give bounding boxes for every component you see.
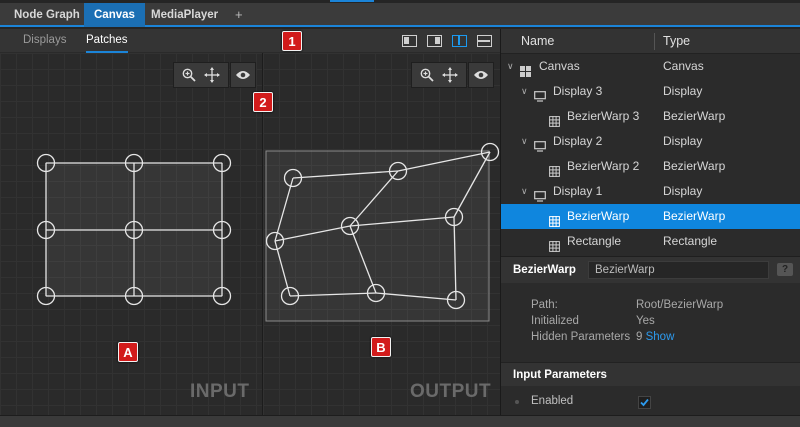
layout-left-panel-button[interactable] xyxy=(402,35,417,47)
tree-row-display-3[interactable]: ∨ Display 3 Display xyxy=(501,79,800,104)
tree-row-type: Display xyxy=(663,184,703,198)
show-hidden-link[interactable]: Show xyxy=(646,331,675,343)
layout-split-vertical-button[interactable] xyxy=(452,35,467,47)
check-icon xyxy=(640,398,649,407)
input-panel[interactable]: INPUT xyxy=(0,53,262,427)
tree-row-canvas[interactable]: ∨ Canvas Canvas xyxy=(501,54,800,79)
tree-row-display-1[interactable]: ∨ Display 1 Display xyxy=(501,179,800,204)
tree-row-bezierwarp[interactable]: BezierWarp BezierWarp xyxy=(501,204,800,229)
tree-row-name: BezierWarp 2 xyxy=(567,159,640,173)
tree-row-bezierwarp-3[interactable]: BezierWarp 3 BezierWarp xyxy=(501,104,800,129)
tree-row-type: Display xyxy=(663,84,703,98)
path-value: Root/BezierWarp xyxy=(636,299,724,311)
tree-row-type: BezierWarp xyxy=(663,159,726,173)
node-name-field[interactable]: BezierWarp xyxy=(588,261,769,279)
tree-row-type: BezierWarp xyxy=(663,109,726,123)
chevron-down-icon[interactable]: ∨ xyxy=(507,54,514,79)
subtab-displays[interactable]: Displays xyxy=(23,29,66,53)
tree-row-name: BezierWarp 3 xyxy=(567,109,640,123)
input-parameters-section[interactable]: Input Parameters xyxy=(501,362,800,386)
scene-tree-panel: Name Type ∨ Canvas Canvas ∨ Display 3 Di… xyxy=(501,29,800,427)
tree-row-name: Rectangle xyxy=(567,234,622,248)
annotation-badge-b: B xyxy=(371,337,391,357)
chevron-down-icon[interactable]: ∨ xyxy=(521,129,528,154)
chevron-down-icon[interactable]: ∨ xyxy=(521,79,528,104)
path-label: Path: xyxy=(531,299,558,311)
tree-row-type: BezierWarp xyxy=(663,209,726,223)
tree-col-name[interactable]: Name xyxy=(521,29,554,54)
initialized-row: Initialized Yes xyxy=(531,315,655,327)
hidden-params-label: Hidden Parameters xyxy=(531,331,631,343)
tree-row-name: Canvas xyxy=(539,59,580,73)
tree-row-bezierwarp-2[interactable]: BezierWarp 2 BezierWarp xyxy=(501,154,800,179)
annotation-badge-a: A xyxy=(118,342,138,362)
help-button[interactable]: ? xyxy=(777,263,793,276)
viewer-subtabs: Displays Patches xyxy=(0,29,500,53)
tree-header: Name Type xyxy=(501,29,800,54)
output-panel-label: OUTPUT xyxy=(410,381,492,402)
enabled-label: Enabled xyxy=(531,395,574,407)
hidden-params-value: 9 Show xyxy=(636,331,674,343)
add-tab-button[interactable]: + xyxy=(225,3,253,27)
tree-row-type: Canvas xyxy=(663,59,704,73)
path-row: Path: Root/BezierWarp xyxy=(531,299,723,311)
tree-row-name: Display 2 xyxy=(553,134,603,148)
enabled-checkbox[interactable] xyxy=(638,396,651,409)
param-state-dot-icon xyxy=(515,400,519,404)
hidden-params-count: 9 xyxy=(636,331,643,343)
layout-right-panel-button[interactable] xyxy=(427,35,442,47)
annotation-badge-1: 1 xyxy=(282,31,302,51)
canvas-viewer: Displays Patches INPUT OUTPUT xyxy=(0,29,500,427)
tab-node-graph[interactable]: Node Graph xyxy=(4,3,90,27)
hidden-params-row: Hidden Parameters 9 Show xyxy=(531,331,674,343)
bottom-scroll-strip[interactable] xyxy=(0,415,800,427)
output-warp-grid[interactable] xyxy=(263,53,500,427)
main-tab-bar: Node Graph Canvas MediaPlayer + xyxy=(0,3,800,27)
chevron-down-icon[interactable]: ∨ xyxy=(521,179,528,204)
initialized-value: Yes xyxy=(636,315,655,327)
tree-row-type: Display xyxy=(663,134,703,148)
annotation-badge-2: 2 xyxy=(253,92,273,112)
properties-header: BezierWarp BezierWarp ? xyxy=(501,257,800,283)
properties-title: BezierWarp xyxy=(513,264,576,276)
enabled-param-row: Enabled xyxy=(501,391,800,413)
tree-row-name: Display 3 xyxy=(553,84,603,98)
tree-col-type[interactable]: Type xyxy=(663,29,690,54)
tree-row-type: Rectangle xyxy=(663,234,718,248)
app-window: Node Graph Canvas MediaPlayer + Displays… xyxy=(0,0,800,427)
layout-split-horizontal-button[interactable] xyxy=(477,35,492,47)
properties-panel: BezierWarp BezierWarp ? Path: Root/Bezie… xyxy=(501,256,800,427)
subtab-patches[interactable]: Patches xyxy=(86,29,128,53)
section-title: Input Parameters xyxy=(513,369,607,381)
tab-canvas[interactable]: Canvas xyxy=(84,3,145,27)
tree-row-name: Display 1 xyxy=(553,184,603,198)
window-accent-bar xyxy=(330,0,374,2)
output-panel[interactable]: OUTPUT xyxy=(263,53,500,427)
tree-row-display-2[interactable]: ∨ Display 2 Display xyxy=(501,129,800,154)
input-panel-label: INPUT xyxy=(190,381,250,402)
tab-mediaplayer[interactable]: MediaPlayer xyxy=(141,3,228,27)
tree-row-rectangle[interactable]: Rectangle Rectangle xyxy=(501,229,800,254)
initialized-label: Initialized xyxy=(531,315,579,327)
input-warp-grid[interactable] xyxy=(0,53,262,427)
tree-row-name: BezierWarp xyxy=(567,209,630,223)
tree-col-separator[interactable] xyxy=(654,33,655,50)
